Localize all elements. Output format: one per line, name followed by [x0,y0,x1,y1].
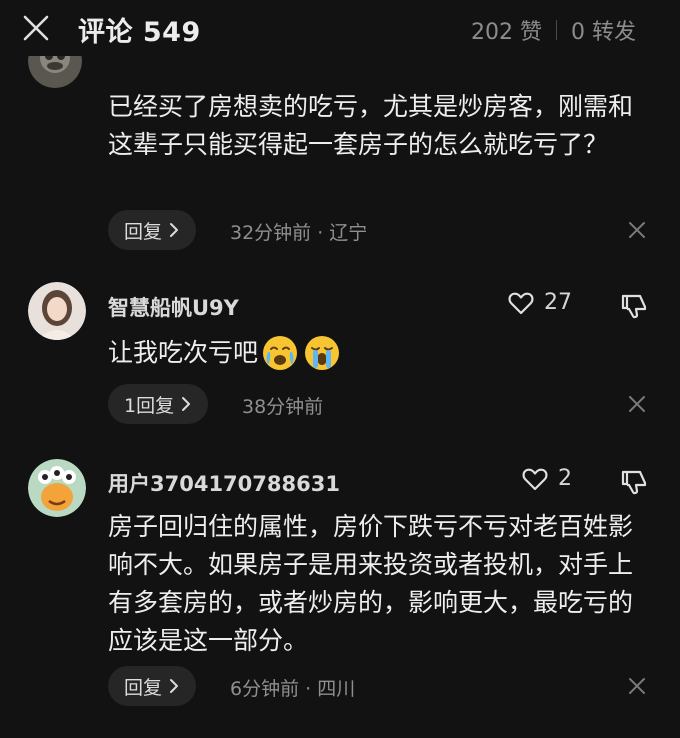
comment-meta: 32分钟前 · 辽宁 [230,222,368,244]
comment-text: 让我吃次亏吧 [108,338,259,367]
like-button[interactable]: 2 [522,466,572,491]
avatar[interactable] [28,459,86,517]
comment-text: 房子回归住的属性，房价下跌亏不亏对老百姓影响不大。如果房子是用来投资或者投机，对… [108,512,634,655]
chevron-right-icon [170,223,179,237]
username[interactable]: 用户3704170788631 [108,468,340,498]
chevron-right-icon [182,397,191,411]
stats-divider [556,20,557,40]
username[interactable]: 智慧船帆U9Y [108,292,239,322]
dislike-icon[interactable] [620,468,648,496]
like-button[interactable]: 27 [508,290,572,315]
close-icon[interactable] [20,12,52,44]
reply-button[interactable]: 回复 [108,210,197,250]
sobbing-emoji-icon [305,336,340,370]
avatar[interactable] [28,282,86,340]
heart-icon [508,292,534,314]
post-stats: 202 赞 0 转发 [471,14,636,46]
like-count: 27 [544,290,572,315]
reply-button[interactable]: 回复 [108,666,197,706]
like-count: 2 [558,466,572,491]
comment-meta: 38分钟前 [242,396,324,418]
comment-meta: 6分钟前 · 四川 [230,678,356,700]
comments-header: 评论 549 202 赞 0 转发 [0,0,680,56]
comment-item: 用户3704170788631 2 房子回归住的属性，房价下跌亏不亏对老百姓影响… [0,456,680,736]
dislike-icon[interactable] [620,292,648,320]
page-title: 评论 549 [78,17,201,48]
close-icon[interactable] [628,221,646,239]
crying-emoji-icon [263,336,298,370]
comment-item: 智慧船帆U9Y 27 让我吃次亏吧 1回复 38分钟前 [0,280,680,430]
reply-label: 1回复 [124,394,175,417]
comment-text: 已经买了房想卖的吃亏，尤其是炒房客，刚需和这辈子只能买得起一套房子的怎么就吃亏了… [108,92,634,159]
reply-label: 回复 [124,220,163,243]
close-icon[interactable] [628,677,646,695]
chevron-right-icon [170,679,179,693]
comment-text-row: 让我吃次亏吧 [108,334,656,372]
close-icon[interactable] [628,395,646,413]
heart-icon [522,468,548,490]
likes-count: 202 赞 [471,20,542,45]
reply-label: 回复 [124,676,163,699]
reply-button[interactable]: 1回复 [108,384,209,424]
shares-count: 0 转发 [571,20,636,45]
